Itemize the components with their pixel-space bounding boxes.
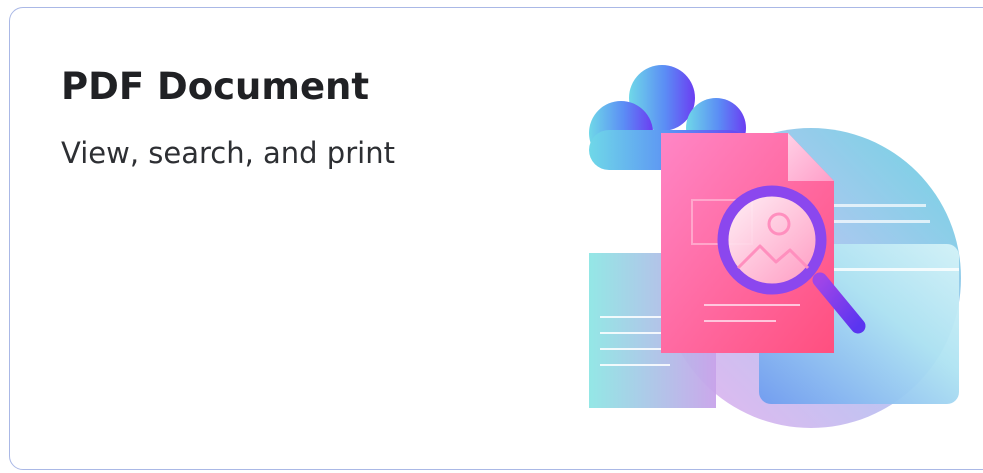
pdf-document-search-icon	[589, 65, 961, 428]
card-subtitle: View, search, and print	[61, 136, 395, 170]
card-title: PDF Document	[61, 65, 370, 108]
pdf-document-card[interactable]: PDF Document View, search, and print	[9, 7, 983, 470]
